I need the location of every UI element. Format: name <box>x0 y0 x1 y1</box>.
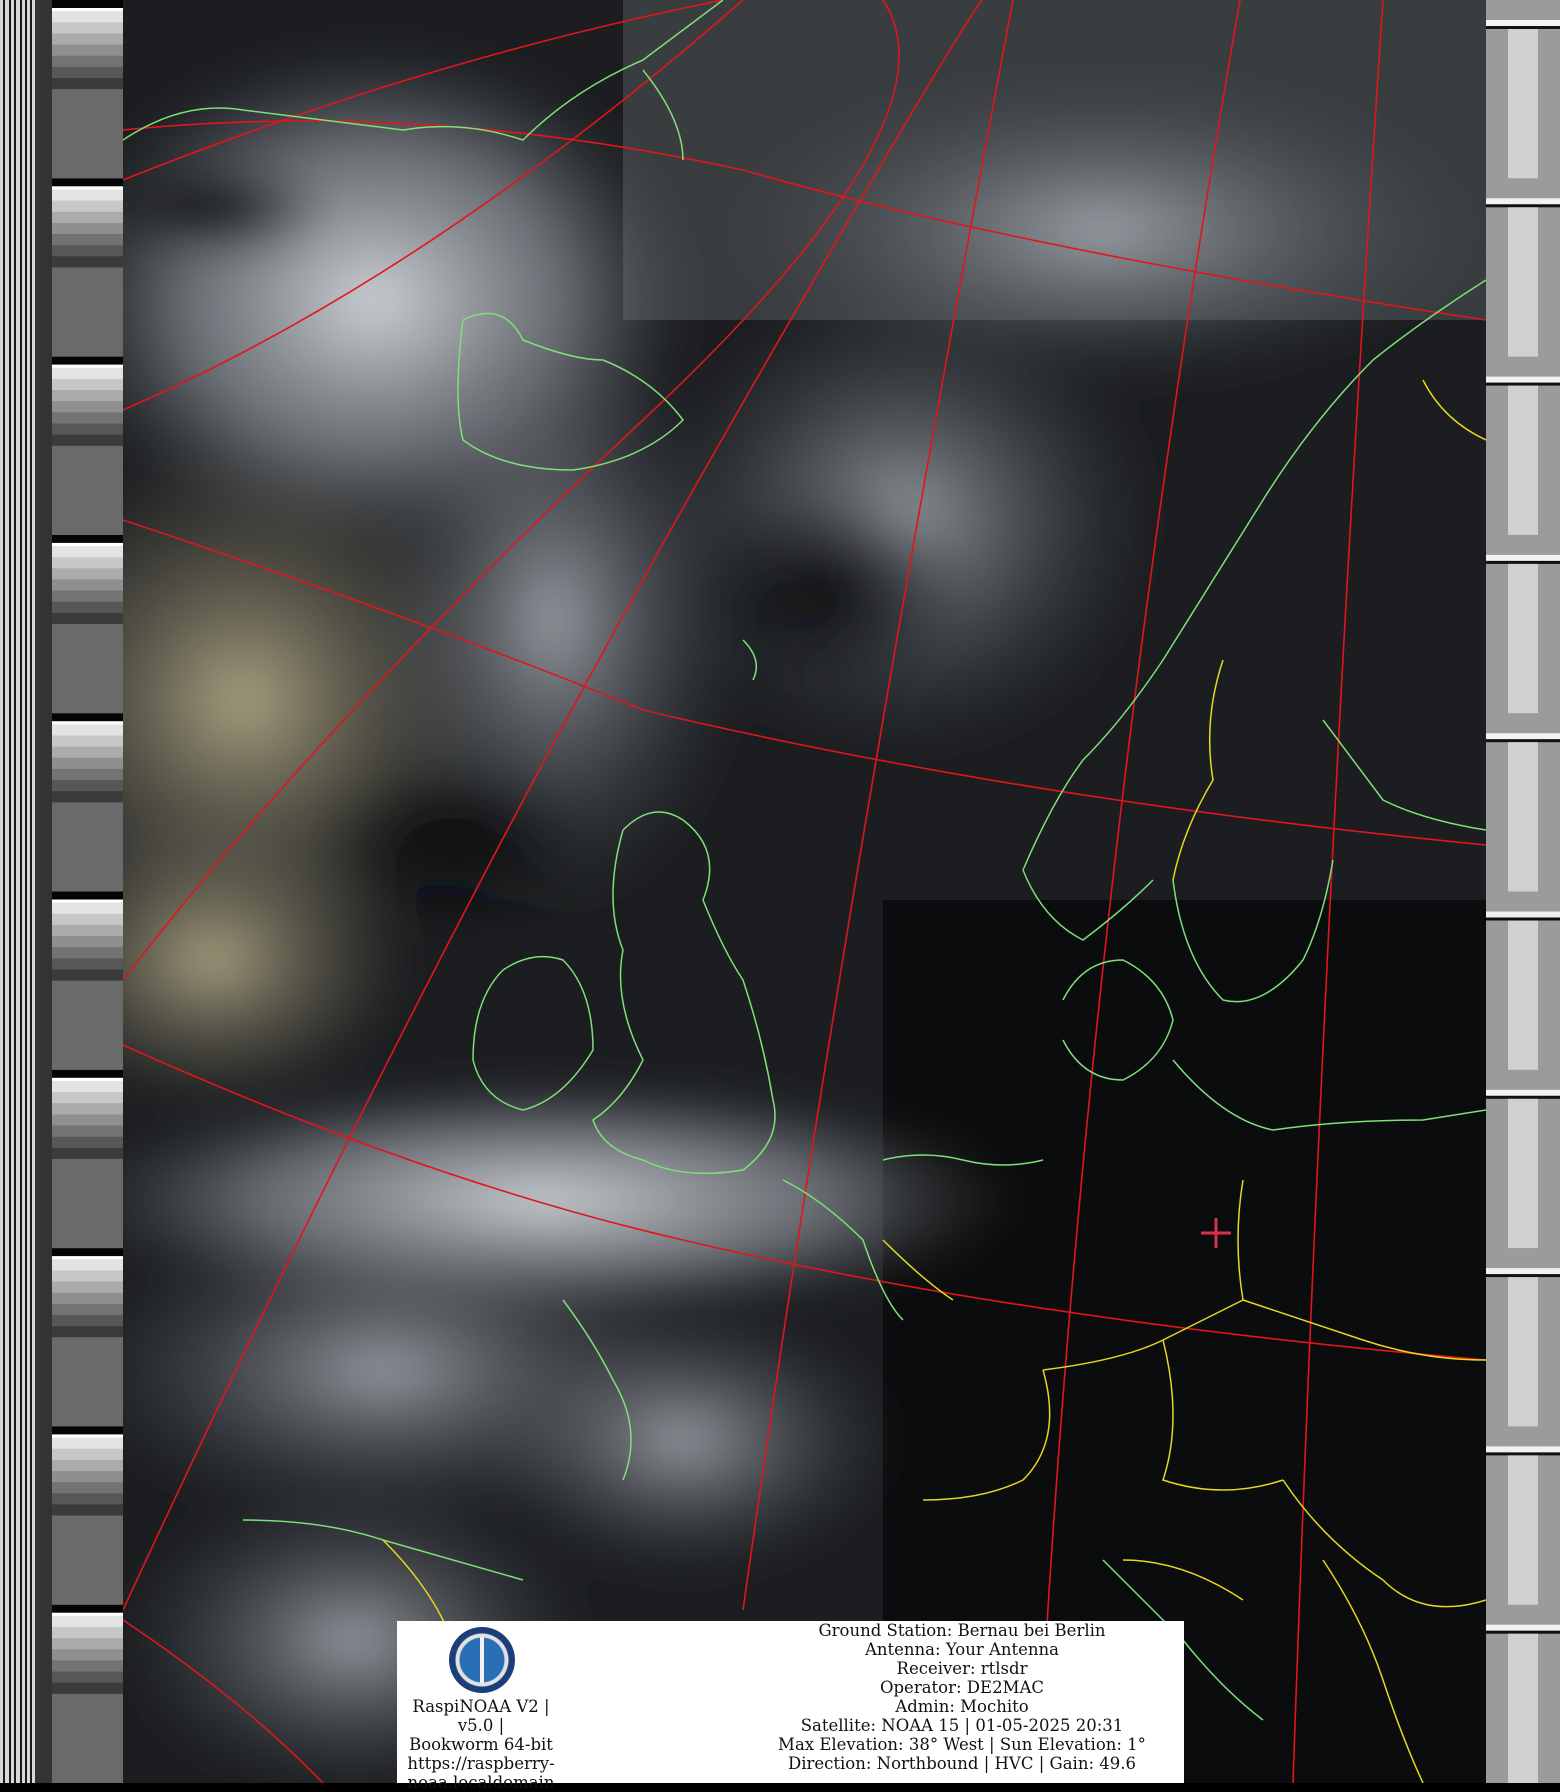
os-version: Bookworm 64-bit <box>409 1735 553 1754</box>
station-url-part1: https://raspberry- <box>407 1754 555 1773</box>
software-version: RaspiNOAA V2 | v5.0 | <box>412 1697 550 1735</box>
right-telemetry-strip <box>1486 0 1560 1783</box>
satellite-image: RaspiNOAA V2 | v5.0 | Bookworm 64-bit ht… <box>0 0 1560 1792</box>
antenna-label: Antenna: Your Antenna <box>864 1640 1059 1659</box>
pass-details: Ground Station: Bernau bei Berlin Antenn… <box>777 1621 1147 1773</box>
direction-label: Direction: Northbound | HVC | Gain: 49.6 <box>788 1754 1136 1773</box>
software-info: RaspiNOAA V2 | v5.0 | Bookworm 64-bit ht… <box>397 1697 565 1792</box>
operator-label: Operator: DE2MAC <box>879 1678 1045 1697</box>
satellite-label: Satellite: NOAA 15 | 01-05-2025 20:31 <box>800 1716 1124 1735</box>
receiver-label: Receiver: rtlsdr <box>896 1659 1028 1678</box>
admin-label: Admin: Mochito <box>895 1697 1029 1716</box>
ground-station-label: Ground Station: Bernau bei Berlin <box>818 1621 1106 1640</box>
pass-info-panel: RaspiNOAA V2 | v5.0 | Bookworm 64-bit ht… <box>397 1621 1184 1792</box>
elevation-label: Max Elevation: 38° West | Sun Elevation:… <box>778 1735 1146 1754</box>
raspinoaa-logo-icon <box>449 1627 515 1693</box>
left-telemetry-strip <box>0 0 123 1783</box>
weather-map <box>123 0 1486 1783</box>
